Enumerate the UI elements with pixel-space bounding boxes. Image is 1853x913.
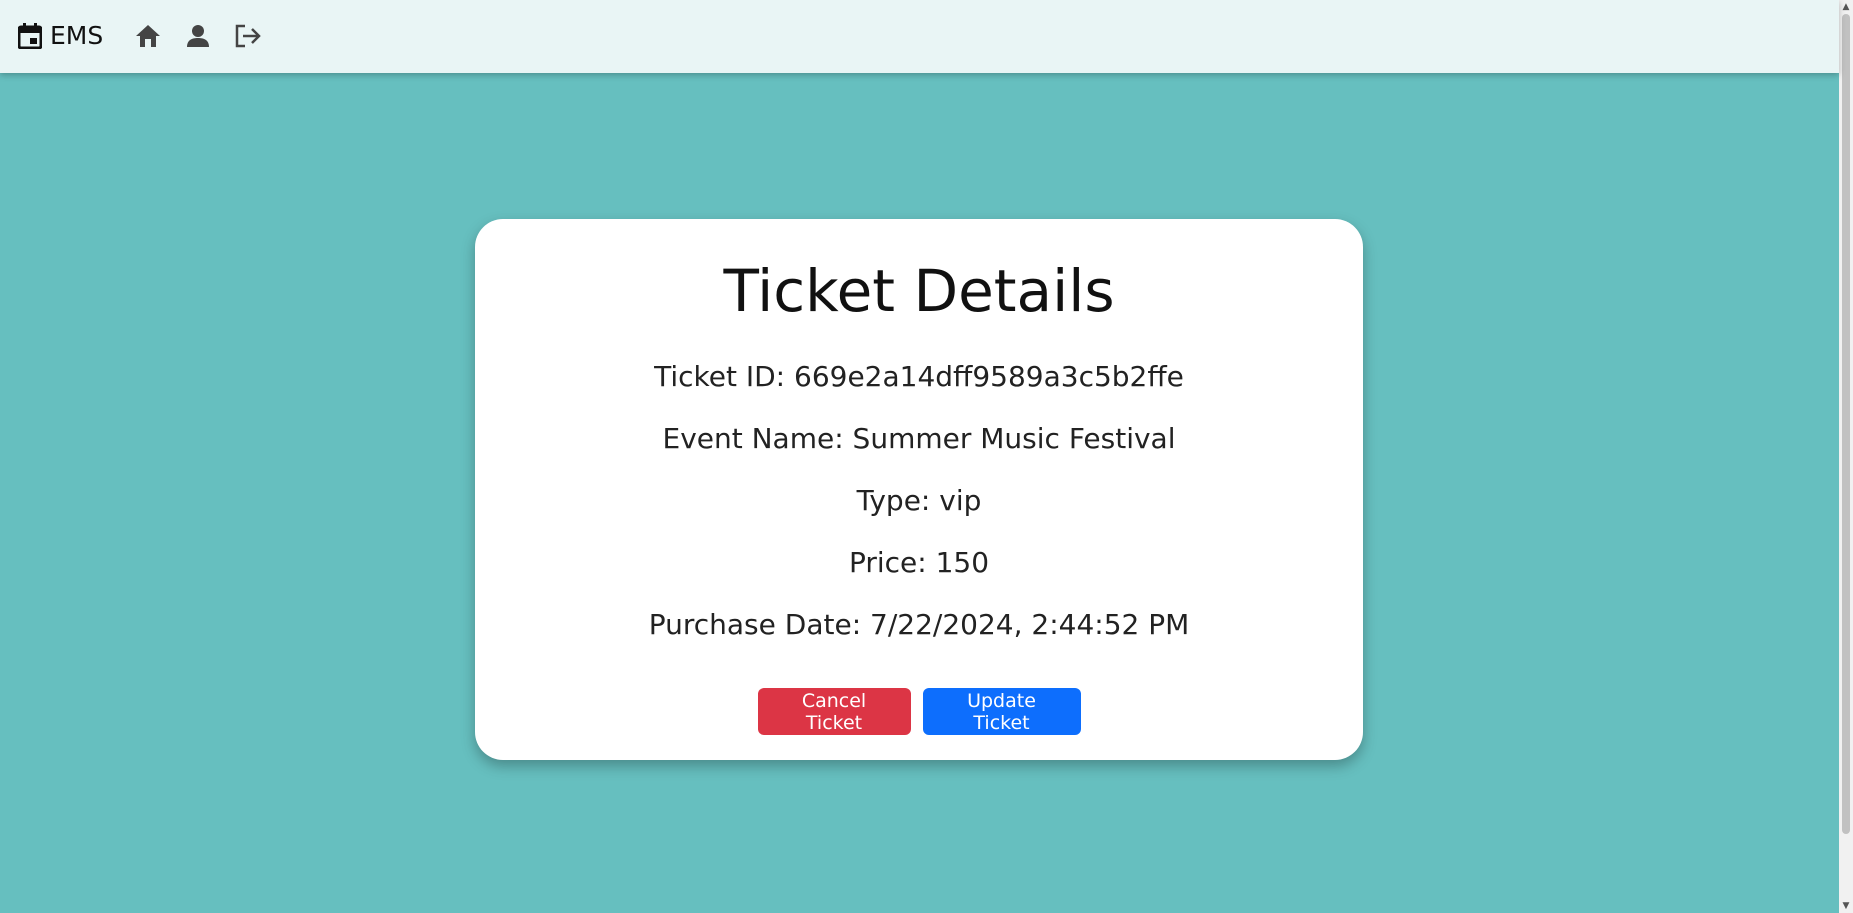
home-icon[interactable] [134, 22, 162, 50]
scroll-up-icon[interactable]: ▲ [1841, 2, 1851, 12]
brand-link[interactable]: EMS [17, 20, 104, 52]
brand-title: EMS [50, 21, 104, 50]
ticket-price-text: Price: 150 [848, 546, 990, 579]
scroll-down-icon[interactable]: ▼ [1841, 901, 1851, 911]
nav-icon-group [134, 22, 262, 50]
page-background: EMS Ticket Details Ticket ID: 669e2a14df… [0, 0, 1839, 913]
card-title: Ticket Details [723, 257, 1115, 325]
update-ticket-button[interactable]: Update Ticket [922, 688, 1081, 735]
event-name-text: Event Name: Summer Music Festival [662, 422, 1176, 455]
user-icon[interactable] [184, 22, 212, 50]
calendar-icon [17, 23, 43, 50]
logout-icon[interactable] [234, 22, 262, 50]
ticket-id-text: Ticket ID: 669e2a14dff9589a3c5b2ffe [654, 360, 1184, 393]
top-navbar: EMS [0, 0, 1839, 73]
ticket-actions: Cancel Ticket Update Ticket [475, 688, 1363, 735]
scrollbar-thumb[interactable] [1842, 14, 1850, 834]
cancel-ticket-button[interactable]: Cancel Ticket [757, 688, 911, 735]
ticket-details-card: Ticket Details Ticket ID: 669e2a14dff958… [475, 219, 1363, 760]
purchase-date-text: Purchase Date: 7/22/2024, 2:44:52 PM [648, 608, 1190, 641]
ticket-type-text: Type: vip [856, 484, 982, 517]
vertical-scrollbar[interactable]: ▲ ▼ [1839, 0, 1853, 913]
